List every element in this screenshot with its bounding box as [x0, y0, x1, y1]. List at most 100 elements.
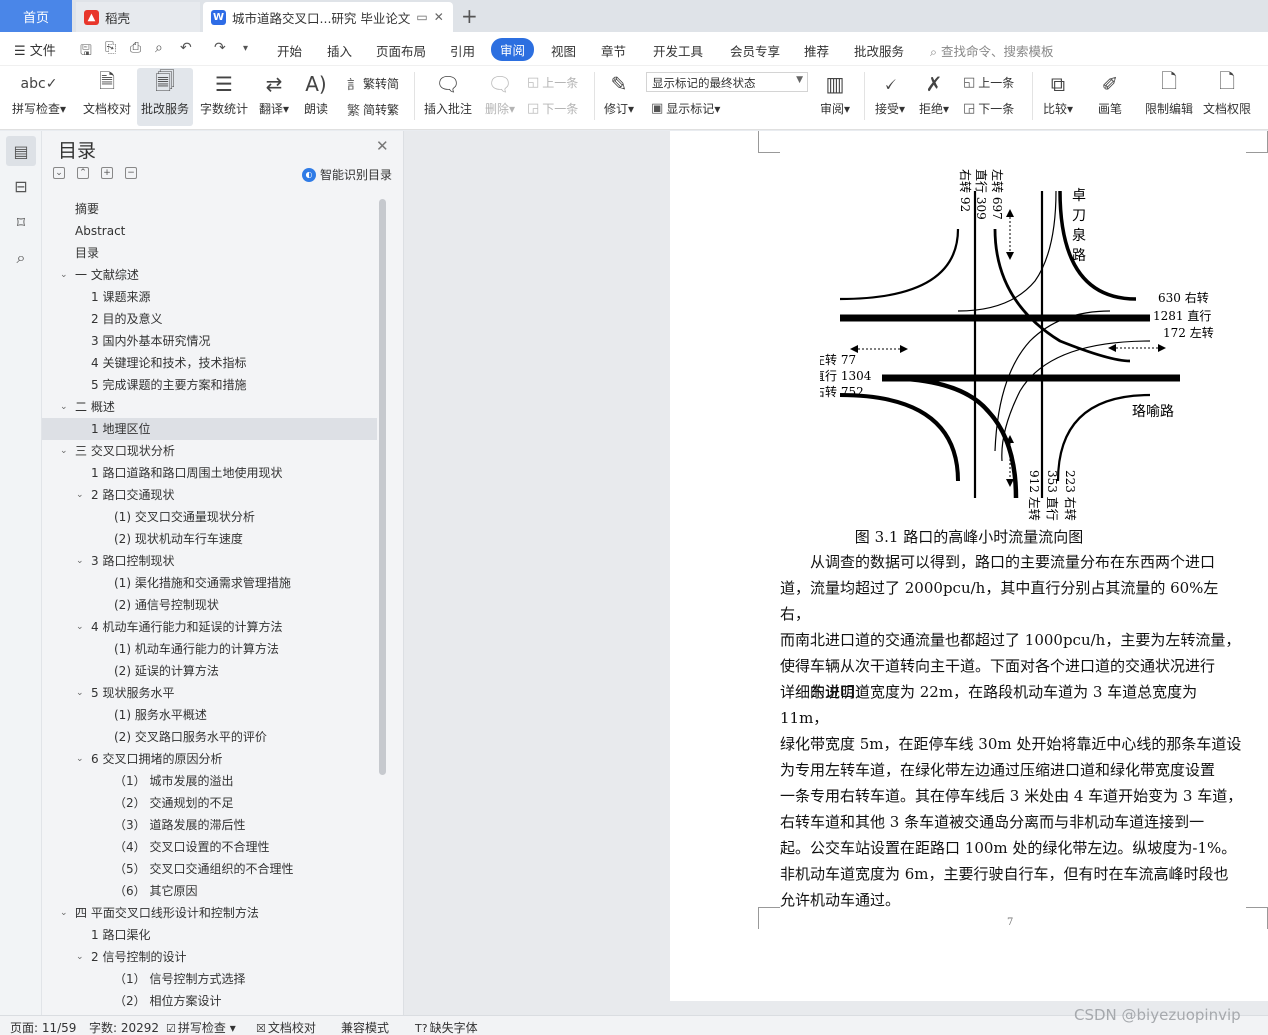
- toc-item[interactable]: ⌄ 一 文献综述: [42, 264, 377, 286]
- toc-item[interactable]: (2) 通信号控制现状: [42, 594, 377, 616]
- toc-item[interactable]: ⌄ 6 交叉口拥堵的原因分析: [42, 748, 377, 770]
- collapse-all-icon[interactable]: ⌃: [77, 167, 89, 179]
- toc-item[interactable]: ⌄ 4 机动车通行能力和延误的计算方法: [42, 616, 377, 638]
- export-icon[interactable]: ⎘: [105, 40, 116, 56]
- toc-scrollbar[interactable]: [379, 199, 386, 775]
- accept-button[interactable]: 🗸 接受▾: [870, 68, 910, 126]
- outline-icon[interactable]: ⊟: [6, 171, 36, 201]
- next-comment-button[interactable]: ◲ 下一条: [527, 100, 578, 117]
- toc-item[interactable]: 摘要: [42, 198, 377, 220]
- delete-comment-button[interactable]: 🗨 删除▾: [480, 68, 520, 126]
- toc-item[interactable]: (2) 延误的计算方法: [42, 660, 377, 682]
- toc-item[interactable]: ⌄ 2 信号控制的设计: [42, 946, 377, 968]
- doc-permission-button[interactable]: 🗋 文档权限: [1200, 68, 1254, 126]
- toc-item[interactable]: ⌄ 2 路口交通现状: [42, 484, 377, 506]
- insert-comment-button[interactable]: 🗨 插入批注: [420, 68, 476, 126]
- toc-item[interactable]: 3 国内外基本研究情况: [42, 330, 377, 352]
- menu-tab-recommend[interactable]: 推荐: [804, 41, 829, 60]
- close-tab-icon[interactable]: ✕: [434, 10, 444, 24]
- close-icon[interactable]: ✕: [376, 137, 389, 155]
- toc-item[interactable]: ⌄ 5 现状服务水平: [42, 682, 377, 704]
- toc-item[interactable]: ⌄ 二 概述: [42, 396, 377, 418]
- toc-item[interactable]: ⌄ 3 路口控制现状: [42, 550, 377, 572]
- chevron-down-icon[interactable]: ⌄: [60, 440, 68, 462]
- print-preview-icon[interactable]: ⌕: [155, 40, 163, 56]
- toc-item[interactable]: 1 路口道路和路口周围土地使用现状: [42, 462, 377, 484]
- chevron-down-icon[interactable]: ⌄: [76, 682, 84, 704]
- toc-item[interactable]: （2） 交通规划的不足: [42, 792, 377, 814]
- toc-item[interactable]: ⌄ 四 平面交叉口线形设计和控制方法: [42, 902, 377, 924]
- chevron-down-icon[interactable]: ⌄: [60, 264, 68, 286]
- chevron-down-icon[interactable]: ⌄: [60, 396, 68, 418]
- smart-toc-button[interactable]: ◐ 智能识别目录: [302, 166, 392, 183]
- toc-item[interactable]: 1 地理区位: [42, 418, 377, 440]
- menu-tab-chapter[interactable]: 章节: [601, 41, 626, 60]
- translate-button[interactable]: ⇄ 翻译▾: [254, 68, 294, 126]
- trad-to-simp-button[interactable]: 訁繁转简: [347, 74, 399, 93]
- file-menu[interactable]: ☰ 文件: [14, 40, 56, 59]
- add-level-icon[interactable]: +: [101, 167, 113, 179]
- window-icon[interactable]: ▭: [416, 10, 427, 24]
- menu-tab-view[interactable]: 视图: [551, 41, 576, 60]
- toc-item[interactable]: 1 课题来源: [42, 286, 377, 308]
- restrict-edit-button[interactable]: 🗋 限制编辑: [1140, 68, 1198, 126]
- redo-icon[interactable]: ↷: [214, 40, 226, 56]
- search-icon[interactable]: ⌕: [6, 243, 36, 273]
- toc-item[interactable]: 2 目的及意义: [42, 308, 377, 330]
- pen-button[interactable]: ✐ 画笔: [1090, 68, 1130, 126]
- undo-icon[interactable]: ↶: [180, 40, 192, 56]
- chevron-down-icon[interactable]: ⌄: [76, 748, 84, 770]
- chevron-down-icon[interactable]: ⌄: [76, 946, 84, 968]
- markup-state-select[interactable]: 显示标记的最终状态 ▼: [646, 72, 808, 92]
- page-indicator[interactable]: 页面: 11/59: [10, 1019, 76, 1035]
- expand-all-icon[interactable]: ⌄: [53, 167, 65, 179]
- prev-comment-button[interactable]: ◱ 上一条: [527, 74, 578, 91]
- menu-tab-correction[interactable]: 批改服务: [854, 41, 904, 60]
- toc-item[interactable]: （1） 城市发展的溢出: [42, 770, 377, 792]
- review-pane-button[interactable]: ▥ 审阅▾: [815, 68, 855, 126]
- toc-item[interactable]: (1) 渠化措施和交通需求管理措施: [42, 572, 377, 594]
- menu-tab-insert[interactable]: 插入: [327, 41, 352, 60]
- command-search[interactable]: ⌕ 查找命令、搜索模板: [930, 41, 1054, 60]
- toc-item[interactable]: （5） 交叉口交通组织的不合理性: [42, 858, 377, 880]
- status-doc-check[interactable]: ☒ 文档校对: [256, 1019, 316, 1035]
- menu-tab-reference[interactable]: 引用: [450, 41, 475, 60]
- menu-tab-member[interactable]: 会员专享: [730, 41, 780, 60]
- next-revision-button[interactable]: ◲ 下一条: [963, 100, 1014, 117]
- chevron-down-icon[interactable]: ⌄: [76, 484, 84, 506]
- toc-item[interactable]: 目录: [42, 242, 377, 264]
- chevron-down-icon[interactable]: ⌄: [76, 550, 84, 572]
- doc-check-button[interactable]: 🗎 文档校对: [78, 68, 136, 126]
- compare-button[interactable]: ⧉ 比较▾: [1038, 68, 1078, 126]
- word-count-button[interactable]: ☰ 字数统计: [196, 68, 252, 126]
- toc-item[interactable]: ⌄ 三 交叉口现状分析: [42, 440, 377, 462]
- toc-panel-icon[interactable]: ▤: [6, 136, 36, 166]
- chevron-down-icon[interactable]: ⌄: [76, 616, 84, 638]
- reject-button[interactable]: ✗ 拒绝▾: [914, 68, 954, 126]
- toc-item[interactable]: （3） 道路发展的滞后性: [42, 814, 377, 836]
- status-spell-check[interactable]: ☑ 拼写检查 ▾: [166, 1019, 236, 1035]
- tab-docer[interactable]: ▲ 稻壳: [76, 2, 200, 32]
- show-markup-button[interactable]: ▣ 显示标记 ▾: [651, 100, 720, 117]
- menu-tab-review[interactable]: 审阅: [491, 38, 535, 61]
- chevron-down-icon[interactable]: ⌄: [60, 902, 68, 924]
- remove-level-icon[interactable]: −: [125, 167, 137, 179]
- toc-item[interactable]: Abstract: [42, 220, 377, 242]
- revise-button[interactable]: ✎ 修订▾: [600, 68, 638, 126]
- print-icon[interactable]: ⎙: [130, 40, 141, 56]
- menu-tab-layout[interactable]: 页面布局: [376, 41, 426, 60]
- toc-item[interactable]: (1) 交叉口交通量现状分析: [42, 506, 377, 528]
- menu-tab-start[interactable]: 开始: [277, 41, 302, 60]
- new-tab-plus-icon[interactable]: +: [461, 4, 478, 28]
- prev-revision-button[interactable]: ◱ 上一条: [963, 74, 1014, 91]
- toc-item[interactable]: (2) 交叉路口服务水平的评价: [42, 726, 377, 748]
- toc-item[interactable]: (1) 机动车通行能力的计算方法: [42, 638, 377, 660]
- save-icon[interactable]: 🖫: [80, 40, 92, 64]
- read-aloud-button[interactable]: A) 朗读: [298, 68, 334, 126]
- word-count-indicator[interactable]: 字数: 20292: [89, 1019, 159, 1035]
- quick-access-more-icon[interactable]: ▾: [243, 43, 248, 54]
- tab-document[interactable]: W 城市道路交叉口...研究 毕业论文 ▭ ✕: [203, 2, 453, 32]
- simp-to-trad-button[interactable]: 繁简转繁: [347, 100, 399, 119]
- menu-tab-devtools[interactable]: 开发工具: [653, 41, 703, 60]
- toc-item[interactable]: （6） 其它原因: [42, 880, 377, 902]
